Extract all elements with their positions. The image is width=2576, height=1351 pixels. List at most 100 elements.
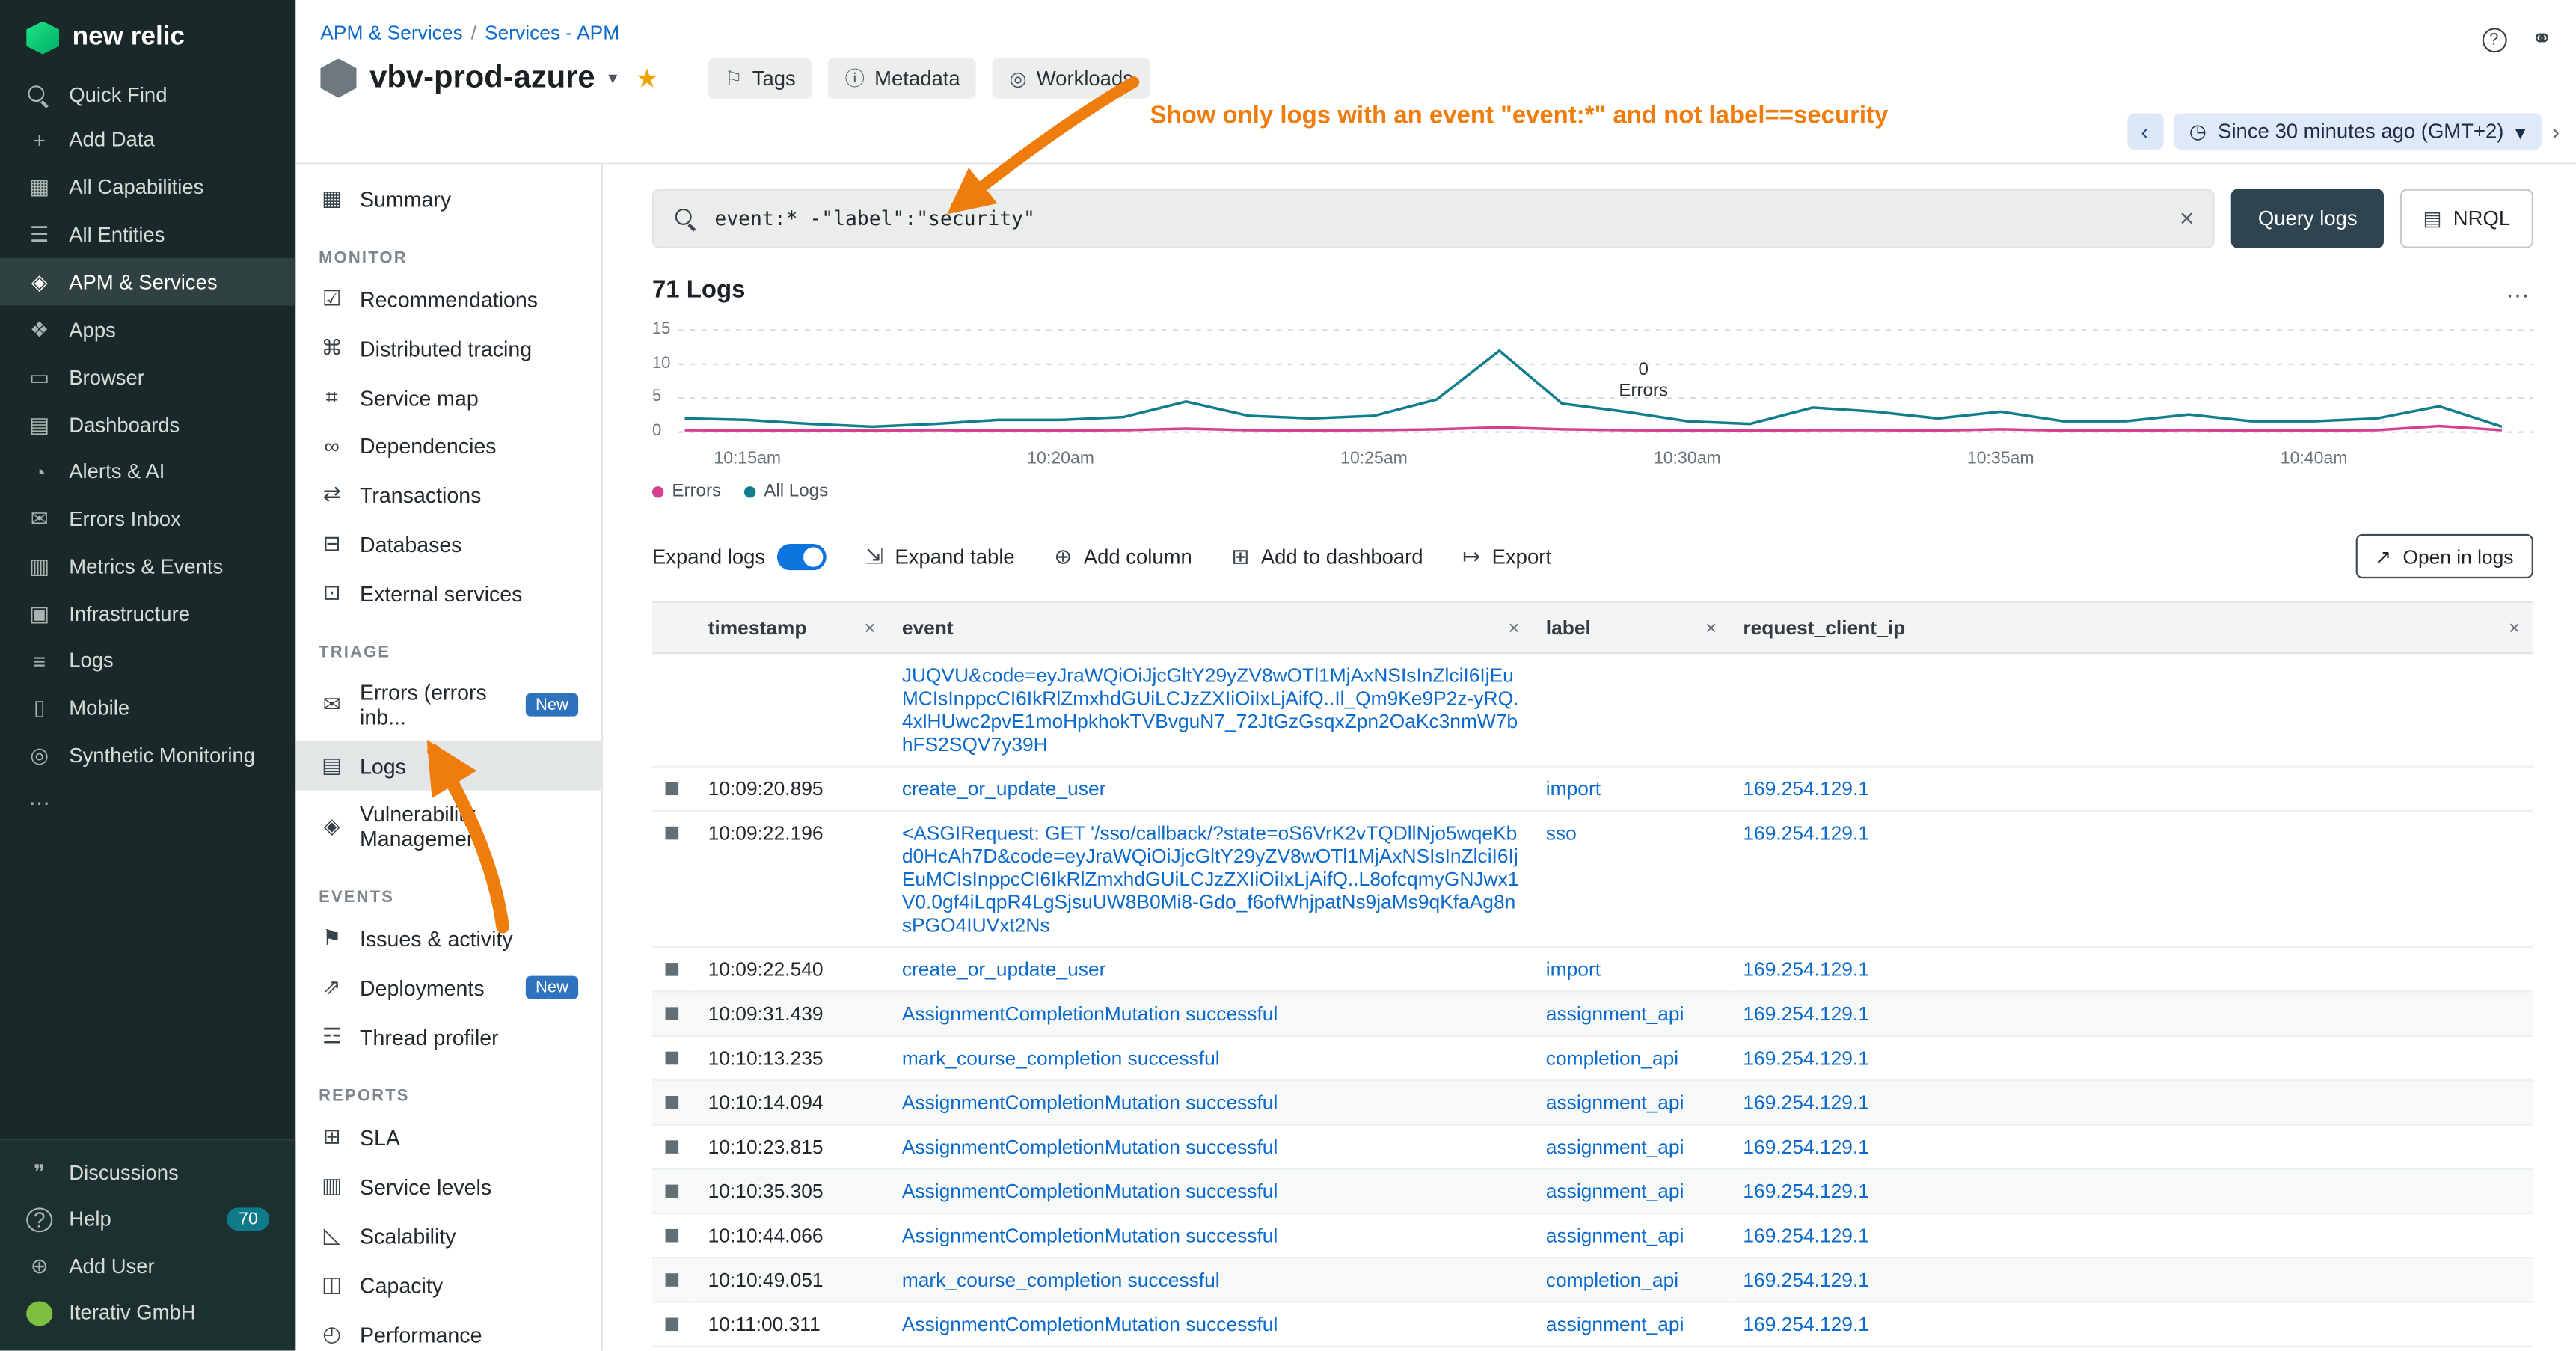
label-link[interactable]: completion_api — [1546, 1269, 1717, 1292]
open-in-logs-button[interactable]: ↗ Open in logs — [2355, 534, 2533, 578]
subnav-item-distributed-tracing[interactable]: ⌘Distributed tracing — [295, 324, 601, 373]
sidebar-item-more[interactable]: ⋯ — [0, 779, 295, 827]
event-link[interactable]: create_or_update_user — [902, 958, 1520, 981]
column-header-request-client-ip[interactable]: request_client_ip× — [1730, 602, 2533, 653]
table-row[interactable]: 10:10:14.094AssignmentCompletionMutation… — [652, 1080, 2533, 1124]
subnav-item-errors-errors-inb[interactable]: ✉Errors (errors inb...New — [295, 669, 601, 741]
newrelic-logo[interactable]: new relic — [0, 0, 295, 73]
row-checkbox[interactable] — [666, 1185, 679, 1198]
clear-search-icon[interactable]: × — [2180, 204, 2194, 232]
table-row[interactable]: 10:10:13.235mark_course_completion succe… — [652, 1036, 2533, 1080]
ip-link[interactable]: 169.254.129.1 — [1743, 1136, 2520, 1159]
subnav-item-external-services[interactable]: ⊡External services — [295, 569, 601, 618]
entity-chevron-down-icon[interactable]: ▾ — [608, 67, 617, 89]
table-row[interactable]: 10:09:20.895create_or_update_userimport1… — [652, 767, 2533, 811]
ip-link[interactable]: 169.254.129.1 — [1743, 1047, 2520, 1070]
column-header-label[interactable]: label× — [1533, 602, 1730, 653]
label-link[interactable]: assignment_api — [1546, 1180, 1717, 1203]
expand-table-button[interactable]: ⇲ Expand table — [865, 543, 1015, 569]
table-row[interactable]: JUQVU&code=eyJraWQiOiJjcGltY29yZV8wOTl1M… — [652, 653, 2533, 767]
subnav-item-scalability[interactable]: ◺Scalability — [295, 1211, 601, 1260]
ip-link[interactable]: 169.254.129.1 — [1743, 1269, 2520, 1292]
event-link[interactable]: AssignmentCompletionMutation successful — [902, 1136, 1520, 1159]
label-link[interactable]: import — [1546, 777, 1717, 800]
sidebar-item-quick-find[interactable]: Quick Find — [0, 73, 295, 117]
event-link[interactable]: JUQVU&code=eyJraWQiOiJjcGltY29yZV8wOTl1M… — [902, 664, 1520, 756]
sidebar-item-synthetic-monitoring[interactable]: ◎Synthetic Monitoring — [0, 731, 295, 779]
label-link[interactable]: completion_api — [1546, 1047, 1717, 1070]
row-checkbox[interactable] — [666, 1007, 679, 1020]
label-link[interactable]: assignment_api — [1546, 1091, 1717, 1114]
subnav-item-deployments[interactable]: ⇗DeploymentsNew — [295, 963, 601, 1012]
logs-search-box[interactable]: × — [652, 189, 2215, 248]
help-icon[interactable]: ? — [2482, 27, 2506, 52]
sidebar-item-browser[interactable]: ▭Browser — [0, 353, 295, 401]
sidebar-item-logs[interactable]: ≡Logs — [0, 637, 295, 683]
ip-link[interactable]: 169.254.129.1 — [1743, 1002, 2520, 1026]
row-checkbox[interactable] — [666, 963, 679, 976]
subnav-item-service-map[interactable]: ⌗Service map — [295, 373, 601, 423]
add-to-dashboard-button[interactable]: ⊞ Add to dashboard — [1231, 543, 1423, 569]
ip-link[interactable]: 169.254.129.1 — [1743, 1313, 2520, 1336]
sidebar-item-infrastructure[interactable]: ▣Infrastructure — [0, 590, 295, 638]
export-button[interactable]: ↦ Export — [1462, 543, 1551, 569]
table-row[interactable]: 10:10:35.305AssignmentCompletionMutation… — [652, 1169, 2533, 1213]
logs-search-input[interactable] — [711, 206, 2165, 232]
query-logs-button[interactable]: Query logs — [2232, 189, 2384, 248]
row-checkbox[interactable] — [666, 1273, 679, 1287]
table-row[interactable]: 10:11:00.311AssignmentCompletionMutation… — [652, 1302, 2533, 1347]
label-link[interactable]: assignment_api — [1546, 1136, 1717, 1159]
subnav-item-thread-profiler[interactable]: ☲Thread profiler — [295, 1012, 601, 1062]
subnav-item-databases[interactable]: ⊟Databases — [295, 519, 601, 569]
column-close-icon[interactable]: × — [1705, 616, 1717, 640]
time-back-button[interactable]: ‹ — [2126, 114, 2162, 150]
event-link[interactable]: <ASGIRequest: GET '/sso/callback/?state=… — [902, 821, 1520, 937]
ip-link[interactable]: 169.254.129.1 — [1743, 777, 2520, 800]
sidebar-item-add-user[interactable]: ⊕Add User — [0, 1242, 295, 1290]
label-link[interactable]: assignment_api — [1546, 1224, 1717, 1247]
subnav-item-transactions[interactable]: ⇄Transactions — [295, 470, 601, 519]
subnav-item-dependencies[interactable]: ∞Dependencies — [295, 422, 601, 470]
subnav-item-summary[interactable]: ▦Summary — [295, 174, 601, 224]
table-row[interactable]: 10:09:31.439AssignmentCompletionMutation… — [652, 992, 2533, 1036]
subnav-item-service-levels[interactable]: ▥Service levels — [295, 1162, 601, 1211]
sidebar-item-mobile[interactable]: ▯Mobile — [0, 684, 295, 732]
row-checkbox[interactable] — [666, 1140, 679, 1154]
table-row[interactable]: 10:09:22.540create_or_update_userimport1… — [652, 947, 2533, 991]
sidebar-item-apm-services[interactable]: ◈APM & Services — [0, 258, 295, 306]
sidebar-item-discussions[interactable]: ❞Discussions — [0, 1148, 295, 1196]
sidebar-item-add-data[interactable]: +Add Data — [0, 117, 295, 162]
ip-link[interactable]: 169.254.129.1 — [1743, 1091, 2520, 1114]
breadcrumb-services-apm[interactable]: Services - APM — [485, 22, 619, 45]
event-link[interactable]: AssignmentCompletionMutation successful — [902, 1313, 1520, 1336]
legend-errors[interactable]: Errors — [652, 482, 721, 501]
sidebar-item-all-capabilities[interactable]: ▦All Capabilities — [0, 162, 295, 210]
ip-link[interactable]: 169.254.129.1 — [1743, 1224, 2520, 1247]
legend-all-logs[interactable]: All Logs — [744, 482, 828, 501]
sidebar-item-metrics-events[interactable]: ▥Metrics & Events — [0, 542, 295, 590]
favorite-star-icon[interactable]: ★ — [636, 61, 660, 94]
event-link[interactable]: mark_course_completion successful — [902, 1269, 1520, 1292]
label-link[interactable]: sso — [1546, 821, 1717, 845]
table-row[interactable]: 10:10:49.051mark_course_completion succe… — [652, 1257, 2533, 1302]
column-close-icon[interactable]: × — [1508, 616, 1519, 640]
row-checkbox[interactable] — [666, 827, 679, 840]
ip-link[interactable]: 169.254.129.1 — [1743, 821, 2520, 845]
chip-workloads[interactable]: ◎Workloads — [993, 58, 1150, 99]
table-row[interactable]: 10:09:22.196<ASGIRequest: GET '/sso/call… — [652, 811, 2533, 947]
column-header-event[interactable]: event× — [889, 602, 1533, 653]
subnav-item-vulnerability-management[interactable]: ◈Vulnerability Management — [295, 790, 601, 863]
table-row[interactable]: 10:10:44.066AssignmentCompletionMutation… — [652, 1213, 2533, 1257]
sidebar-item-dashboards[interactable]: ▤Dashboards — [0, 401, 295, 449]
entity-title[interactable]: vbv-prod-azure — [369, 60, 595, 96]
subnav-item-sla[interactable]: ⊞SLA — [295, 1112, 601, 1162]
subnav-item-recommendations[interactable]: ☑Recommendations — [295, 275, 601, 324]
expand-logs-control[interactable]: Expand logs — [652, 543, 826, 569]
row-checkbox[interactable] — [666, 782, 679, 795]
label-link[interactable]: import — [1546, 958, 1717, 981]
breadcrumb-apm-services[interactable]: APM & Services — [320, 22, 462, 45]
event-link[interactable]: mark_course_completion successful — [902, 1047, 1520, 1070]
event-link[interactable]: AssignmentCompletionMutation successful — [902, 1224, 1520, 1247]
sidebar-item-all-entities[interactable]: ☰All Entities — [0, 210, 295, 258]
event-link[interactable]: AssignmentCompletionMutation successful — [902, 1091, 1520, 1114]
